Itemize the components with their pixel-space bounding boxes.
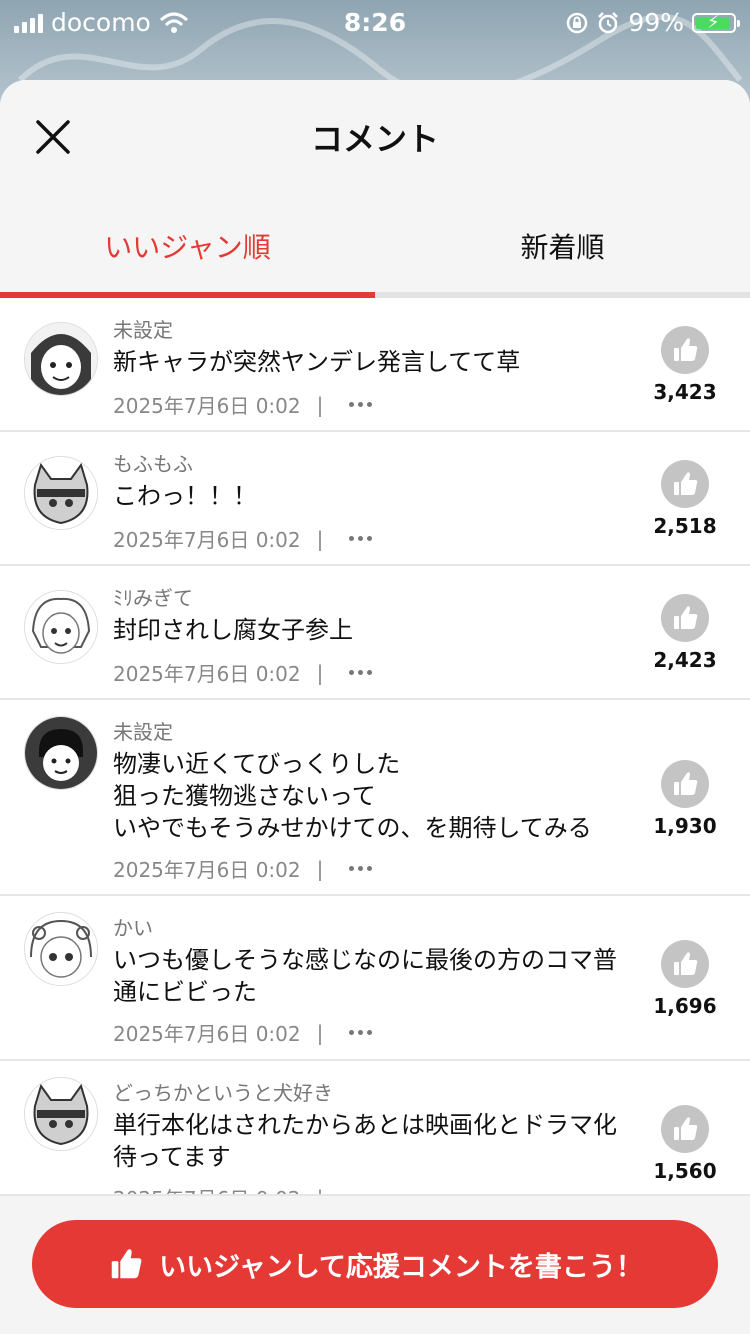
comment-username: 未設定 <box>113 720 173 744</box>
comment-meta: 2025年7月6日 0:02 | <box>113 854 373 883</box>
comment-sheet: コメント いいジャン順 新着順 未設定 新キャラが突然ヤンデレ発言してて草 20… <box>0 80 750 1334</box>
comment-meta: 2025年7月6日 0:02 | <box>113 1018 373 1047</box>
comment-item: ﾐﾘみぎて 封印されし腐女子参上 2025年7月6日 0:02 | 2,423 <box>0 566 750 700</box>
more-options-icon[interactable] <box>349 866 373 871</box>
avatar[interactable] <box>24 912 98 986</box>
page-title: コメント <box>310 120 439 158</box>
comment-item: 未設定 物凄い近くてびっくりした 狙った獲物逃さないって いやでもそうみせかけて… <box>0 700 750 896</box>
like-control: 1,930 <box>650 760 720 838</box>
thumbs-up-icon <box>111 1249 142 1279</box>
avatar[interactable] <box>24 456 98 530</box>
avatar-image <box>25 457 97 529</box>
like-count: 3,423 <box>653 380 717 404</box>
like-button[interactable] <box>661 1105 709 1153</box>
battery-percent: 99% <box>628 8 684 37</box>
comment-text: 新キャラが突然ヤンデレ発言してて草 <box>113 348 521 376</box>
comment-meta: 2025年7月6日 0:02 | <box>113 524 373 553</box>
avatar[interactable] <box>24 590 98 664</box>
like-control: 3,423 <box>650 326 720 404</box>
comment-list[interactable]: 未設定 新キャラが突然ヤンデレ発言してて草 2025年7月6日 0:02 | 3… <box>0 298 750 1196</box>
comment-username: どっちかというと犬好き <box>113 1081 333 1105</box>
avatar[interactable] <box>24 1077 98 1151</box>
more-options-icon[interactable] <box>349 670 373 675</box>
thumbs-up-icon <box>674 338 698 361</box>
thumbs-up-icon <box>674 606 698 629</box>
more-options-icon[interactable] <box>349 1030 373 1035</box>
status-bar: docomo 8:26 99% ⚡ <box>0 0 750 42</box>
tab-popular[interactable]: いいジャン順 <box>0 226 375 266</box>
alarm-icon <box>598 11 619 33</box>
more-options-icon[interactable] <box>349 402 373 407</box>
thumbs-up-icon <box>674 1117 698 1140</box>
like-count: 1,930 <box>653 814 717 838</box>
comment-meta: 2025年7月6日 0:02 | <box>113 658 373 687</box>
more-options-icon[interactable] <box>349 536 373 541</box>
comment-item: かい いつも優しそうな感じなのに最後の方のコマ普 通にビビった 2025年7月6… <box>0 896 750 1061</box>
comment-item: 未設定 新キャラが突然ヤンデレ発言してて草 2025年7月6日 0:02 | 3… <box>0 298 750 432</box>
like-button[interactable] <box>661 460 709 508</box>
comment-date: 2025年7月6日 0:02 <box>113 858 301 882</box>
like-control: 1,560 <box>650 1105 720 1183</box>
write-comment-button[interactable]: いいジャンして応援コメントを書こう！ <box>32 1220 718 1308</box>
sort-tabs: いいジャン順 新着順 <box>0 192 750 298</box>
avatar[interactable] <box>24 716 98 790</box>
comment-date: 2025年7月6日 0:02 <box>113 1022 301 1046</box>
meta-separator: | <box>316 526 324 551</box>
comment-date: 2025年7月6日 0:02 <box>113 528 301 552</box>
like-control: 2,423 <box>650 594 720 672</box>
battery-icon: ⚡ <box>692 12 740 33</box>
avatar-image <box>25 591 97 663</box>
comment-text: 物凄い近くてびっくりした 狙った獲物逃さないって いやでもそうみせかけての、を期… <box>113 750 592 842</box>
write-comment-label: いいジャンして応援コメントを書こう！ <box>159 1251 643 1283</box>
sheet-header: コメント <box>0 80 750 192</box>
like-button[interactable] <box>661 760 709 808</box>
meta-separator: | <box>316 856 324 881</box>
status-right: 99% ⚡ <box>566 8 740 37</box>
like-count: 2,423 <box>653 648 717 672</box>
like-button[interactable] <box>661 940 709 988</box>
thumbs-up-icon <box>674 472 698 495</box>
comment-text: 単行本化はされたからあとは映画化とドラマ化 待ってます <box>113 1111 617 1171</box>
avatar-image <box>25 323 97 395</box>
tab-newest[interactable]: 新着順 <box>375 226 750 266</box>
like-count: 1,560 <box>653 1159 717 1183</box>
comment-username: ﾐﾘみぎて <box>113 586 193 610</box>
meta-separator: | <box>316 660 324 685</box>
footer-bar: いいジャンして応援コメントを書こう！ <box>0 1194 750 1334</box>
comment-meta: 2025年7月6日 0:02 | <box>113 390 373 419</box>
rotation-lock-icon <box>567 12 588 33</box>
avatar[interactable] <box>24 322 98 396</box>
comment-text: いつも優しそうな感じなのに最後の方のコマ普 通にビビった <box>113 946 617 1006</box>
like-count: 1,696 <box>653 994 717 1018</box>
like-button[interactable] <box>661 594 709 642</box>
like-control: 1,696 <box>650 940 720 1018</box>
avatar-image <box>25 717 97 789</box>
avatar-image <box>25 913 97 985</box>
thumbs-up-icon <box>674 772 698 795</box>
thumbs-up-icon <box>674 952 698 975</box>
comment-date: 2025年7月6日 0:02 <box>113 394 301 418</box>
comment-item: どっちかというと犬好き 単行本化はされたからあとは映画化とドラマ化 待ってます … <box>0 1061 750 1196</box>
meta-separator: | <box>316 1020 324 1045</box>
comment-username: もふもふ <box>113 452 193 476</box>
like-count: 2,518 <box>653 514 717 538</box>
avatar-image <box>25 1078 97 1150</box>
comment-text: こわっ！！！ <box>113 482 257 510</box>
like-button[interactable] <box>661 326 709 374</box>
comment-date: 2025年7月6日 0:02 <box>113 662 301 686</box>
comment-username: 未設定 <box>113 318 173 342</box>
comment-text: 封印されし腐女子参上 <box>113 616 353 644</box>
like-control: 2,518 <box>650 460 720 538</box>
meta-separator: | <box>316 392 324 417</box>
comment-username: かい <box>113 916 153 940</box>
comment-item: もふもふ こわっ！！！ 2025年7月6日 0:02 | 2,518 <box>0 432 750 566</box>
